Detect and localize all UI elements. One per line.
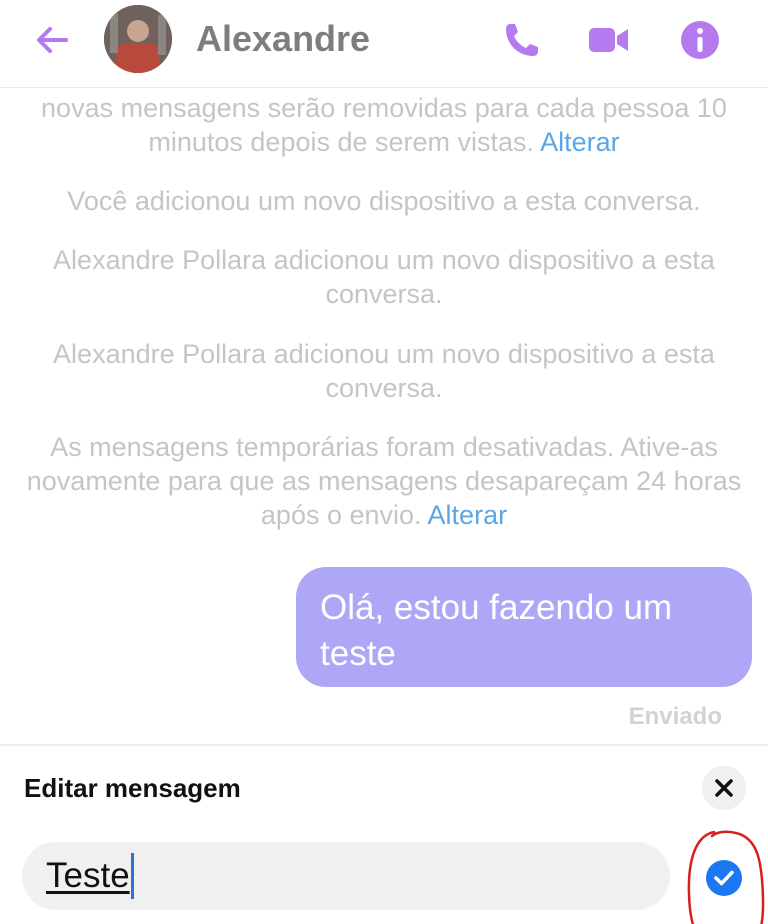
edit-panel-title: Editar mensagem: [24, 773, 241, 803]
red-circle-annotation: [687, 830, 765, 924]
contact-avatar[interactable]: [104, 5, 172, 73]
text-cursor: [130, 853, 134, 899]
video-camera-icon[interactable]: [586, 18, 630, 62]
system-message: Alexandre Pollara adicionou um novo disp…: [53, 245, 715, 309]
phone-icon[interactable]: [500, 18, 544, 62]
system-message: Alexandre Pollara adicionou um novo disp…: [53, 339, 715, 403]
close-icon: [715, 779, 733, 797]
message-thread: novas mensagens serão removidas para cad…: [0, 88, 768, 744]
conversation-header: Alexandre: [0, 0, 768, 88]
contact-name[interactable]: Alexandre: [196, 18, 370, 60]
edit-message-input[interactable]: Teste: [22, 842, 670, 910]
change-link[interactable]: Alterar: [540, 127, 620, 157]
close-button[interactable]: [702, 766, 746, 810]
info-icon[interactable]: [678, 18, 722, 62]
message-status: Enviado: [628, 703, 722, 730]
system-message: Você adicionou um novo dispositivo a est…: [67, 186, 701, 216]
system-message: As mensagens temporárias foram desativad…: [26, 432, 742, 530]
change-link[interactable]: Alterar: [428, 500, 508, 530]
edit-message-panel: Editar mensagem Teste: [0, 744, 768, 924]
outgoing-message-bubble[interactable]: Olá, estou fazendo um teste: [296, 567, 752, 687]
edit-input-text[interactable]: Teste: [46, 856, 130, 896]
system-message: novas mensagens serão removidas para cad…: [41, 93, 727, 157]
back-arrow-icon[interactable]: [32, 20, 72, 60]
